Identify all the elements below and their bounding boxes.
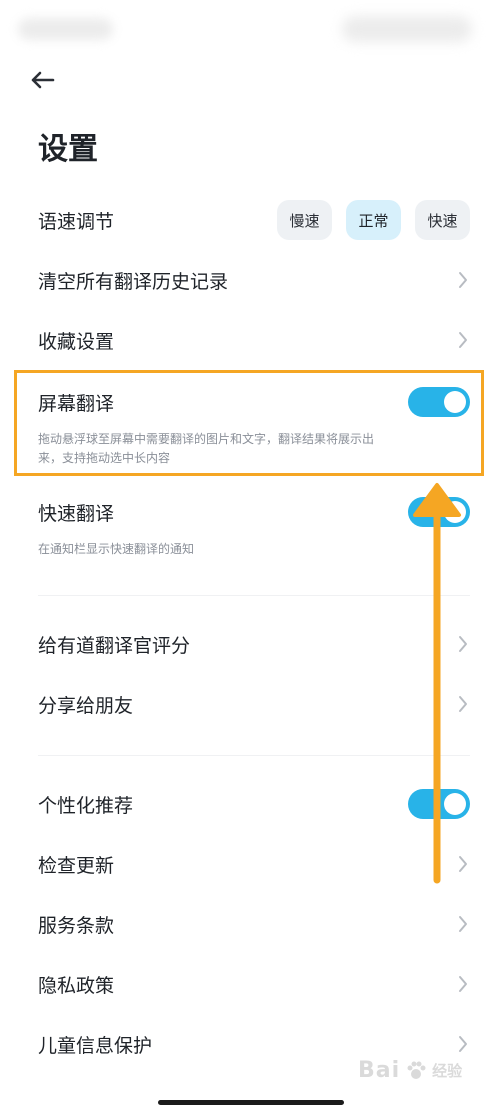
speed-fast-button[interactable]: 快速 [415,200,470,240]
chevron-right-icon [456,854,470,874]
favorites-settings-label: 收藏设置 [38,330,115,353]
screen-translate-desc-line1: 拖动悬浮球至屏幕中需要翻译的图片和文字，翻译结果将展示出 [38,432,375,446]
terms-of-service-label: 服务条款 [38,914,115,937]
rate-app-label: 给有道翻译官评分 [38,634,191,657]
quick-translate-row: 快速翻译 [38,492,470,532]
paw-icon [407,1061,426,1079]
speech-rate-row: 语速调节 慢速 正常 快速 [38,200,470,240]
child-info-protection-label: 儿童信息保护 [38,1034,153,1057]
watermark-brand: Bai [358,1058,401,1083]
share-label: 分享给朋友 [38,694,134,717]
page-title: 设置 [38,132,98,167]
check-update-row[interactable]: 检查更新 [38,844,470,884]
favorites-settings-row[interactable]: 收藏设置 [38,320,470,360]
quick-translate-toggle[interactable] [408,497,470,527]
terms-of-service-row[interactable]: 服务条款 [38,904,470,944]
home-indicator[interactable] [158,1100,344,1105]
toggle-knob [444,391,466,413]
screen-translate-toggle[interactable] [408,387,470,417]
privacy-policy-row[interactable]: 隐私政策 [38,964,470,1004]
check-update-label: 检查更新 [38,854,115,877]
screen-translate-label: 屏幕翻译 [38,392,115,415]
quick-translate-description: 在通知栏显示快速翻译的通知 [38,542,195,556]
clear-history-label: 清空所有翻译历史记录 [38,270,229,293]
status-bar-left-blurred [18,18,113,40]
personalized-recommendation-row: 个性化推荐 [38,784,470,824]
screen-translate-row: 屏幕翻译 [38,382,470,422]
speech-rate-label: 语速调节 [38,210,115,233]
watermark-suffix: 经验 [432,1062,463,1080]
screen-translate-description: 拖动悬浮球至屏幕中需要翻译的图片和文字，翻译结果将展示出 来，支持拖动选中长内容 [38,430,374,468]
status-bar-right-blurred [342,16,472,42]
section-divider [38,595,470,596]
privacy-policy-label: 隐私政策 [38,974,115,997]
chevron-right-icon [456,634,470,654]
personalized-recommendation-toggle[interactable] [408,789,470,819]
baidu-watermark-logo: Bai 经验 [358,1058,462,1083]
arrow-left-icon [31,71,55,89]
chevron-right-icon [456,1034,470,1054]
share-row[interactable]: 分享给朋友 [38,684,470,724]
speech-rate-options: 慢速 正常 快速 [277,200,470,240]
chevron-right-icon [456,914,470,934]
chevron-right-icon [456,694,470,714]
toggle-knob [444,793,466,815]
quick-translate-label: 快速翻译 [38,502,115,525]
screen-translate-desc-line2: 来，支持拖动选中长内容 [38,451,171,465]
back-button[interactable] [28,66,56,94]
section-divider [38,755,470,756]
chevron-right-icon [456,330,470,350]
chevron-right-icon [456,974,470,994]
chevron-right-icon [456,270,470,290]
clear-history-row[interactable]: 清空所有翻译历史记录 [38,260,470,300]
speed-normal-button[interactable]: 正常 [346,200,401,240]
rate-app-row[interactable]: 给有道翻译官评分 [38,624,470,664]
toggle-knob [444,501,466,523]
speed-slow-button[interactable]: 慢速 [277,200,332,240]
personalized-recommendation-label: 个性化推荐 [38,794,134,817]
